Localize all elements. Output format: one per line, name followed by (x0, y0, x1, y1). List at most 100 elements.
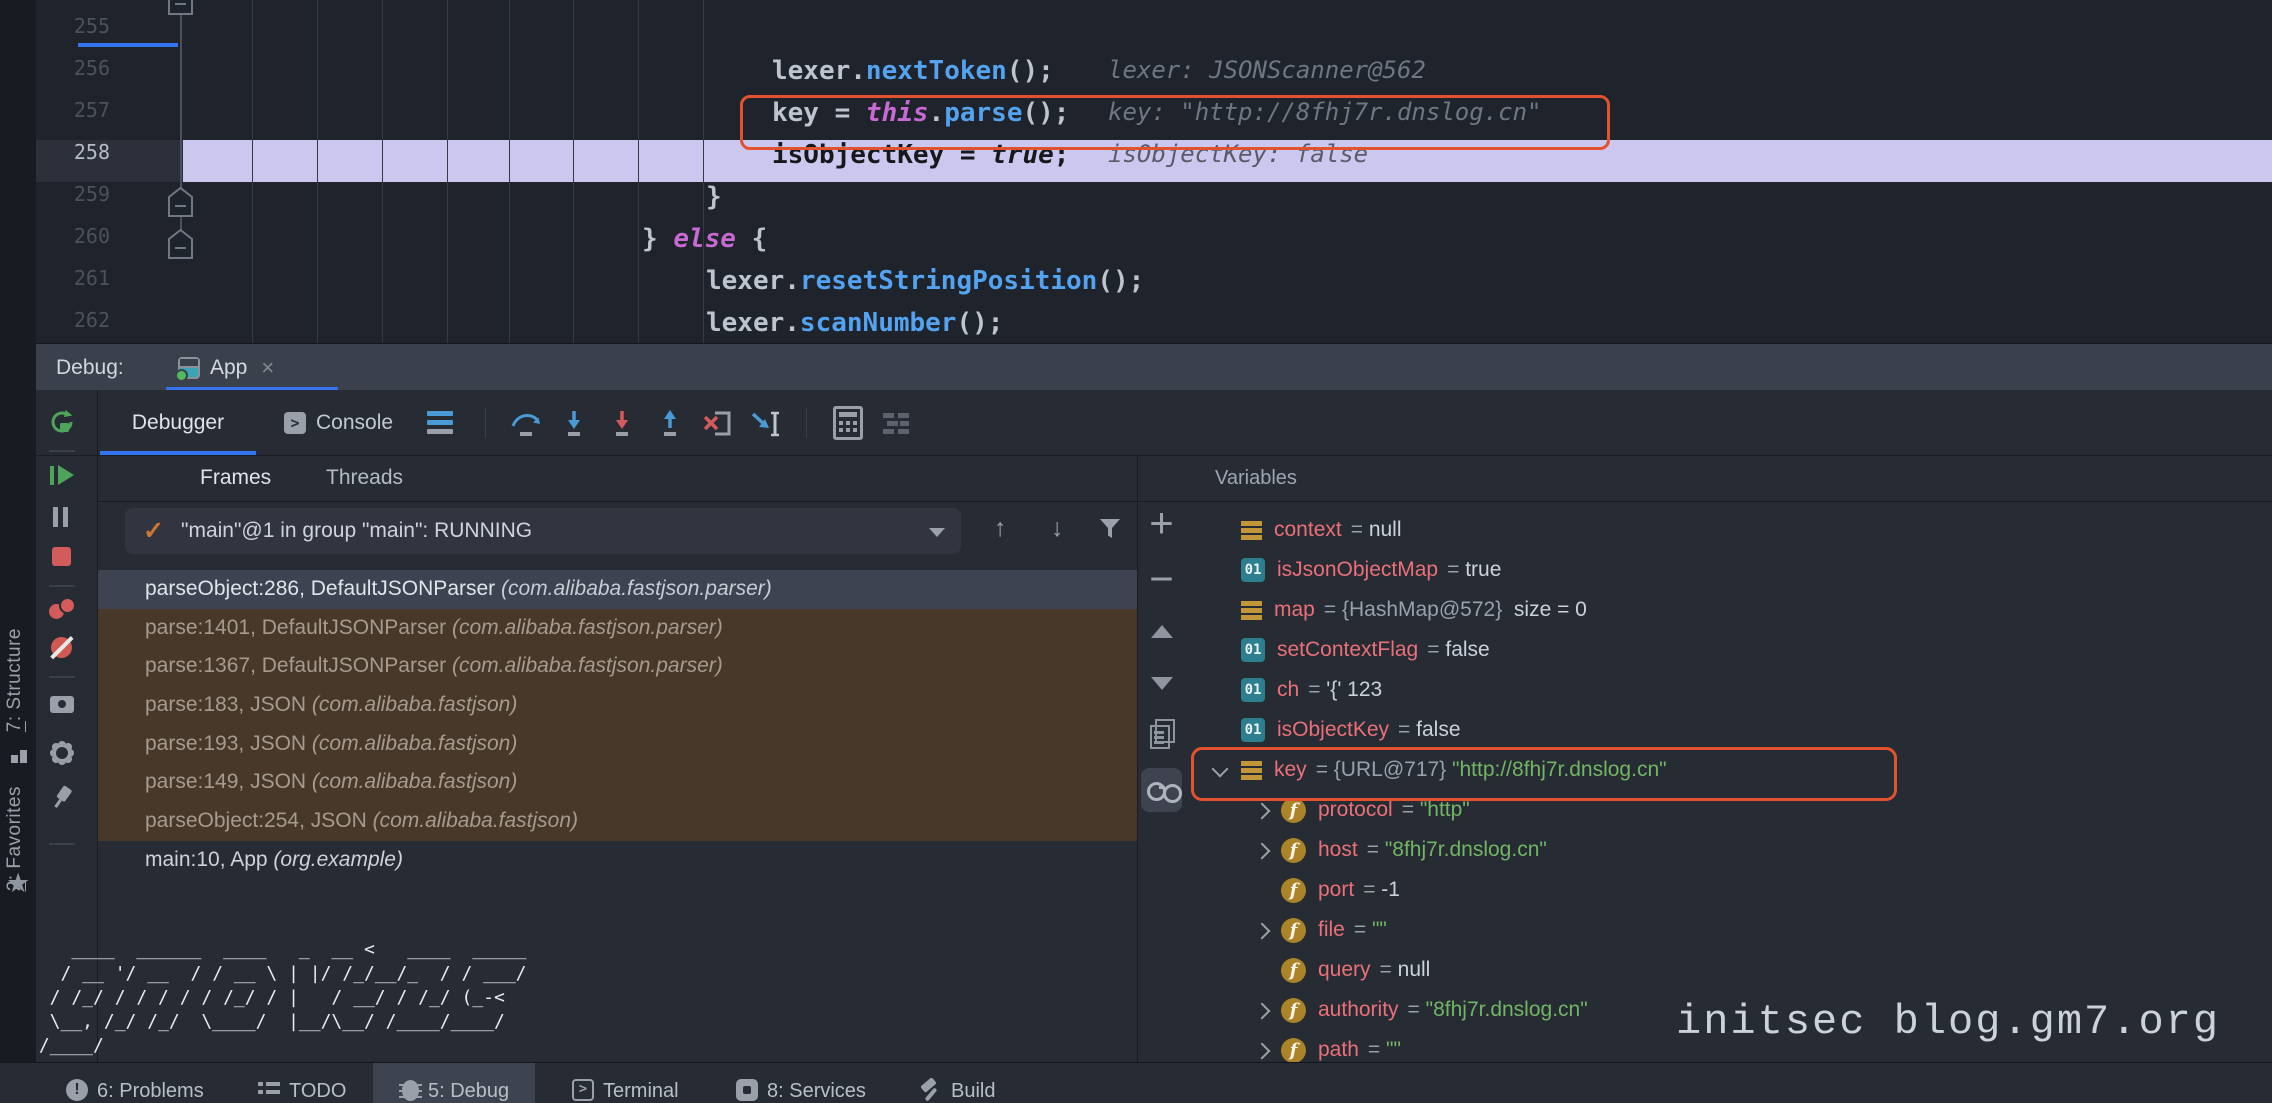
check-icon: ✓ (143, 516, 164, 546)
fold-marker-icon[interactable] (167, 228, 194, 260)
drop-frame-icon[interactable] (701, 408, 735, 438)
trace-settings-icon[interactable] (883, 411, 909, 435)
chevron-icon[interactable] (1205, 550, 1241, 590)
frame-package: (com.alibaba.fastjson.parser) (501, 577, 772, 600)
variable-name: ch (1277, 678, 1299, 702)
bottom-tool-tab[interactable]: 8: Services (710, 1063, 892, 1103)
bottom-tool-tab[interactable]: > Terminal (546, 1063, 705, 1103)
variable-type-icon: f (1281, 798, 1306, 823)
line-number: 260 (36, 224, 110, 248)
stop-icon[interactable] (48, 543, 76, 571)
thread-selector-dropdown[interactable]: ✓ "main"@1 in group "main": RUNNING (125, 508, 961, 554)
view-breakpoints-icon[interactable] (48, 596, 76, 624)
stack-frame-row[interactable]: parse:1401, DefaultJSONParser (com.aliba… (98, 609, 1137, 648)
tab-threads[interactable]: Threads (326, 455, 403, 501)
tab-console[interactable]: > Console (284, 390, 393, 455)
stack-frame-row[interactable]: parse:149, JSON (com.alibaba.fastjson) (98, 763, 1137, 802)
variable-row[interactable]: 01 isObjectKey = false (1185, 710, 2272, 750)
chevron-icon[interactable] (1205, 710, 1241, 750)
evaluate-expression-icon[interactable] (833, 406, 863, 440)
ascii-logo-watermark: ____ ______ ____ _ __ < ____ _____ / __ … (28, 938, 527, 1058)
variable-row[interactable]: 01 setContextFlag = false (1185, 630, 2272, 670)
sidebar-item-structure[interactable]: 7: Structure (4, 628, 34, 732)
pause-program-icon[interactable] (48, 503, 76, 531)
frame-location: parse:1367, DefaultJSONParser (145, 654, 452, 677)
favorites-star-icon[interactable]: ★ (6, 868, 30, 899)
step-out-icon[interactable] (653, 408, 687, 438)
close-icon[interactable]: × (261, 355, 274, 381)
variable-row[interactable]: f port = -1 (1185, 870, 2272, 910)
chevron-icon[interactable] (1205, 590, 1241, 630)
chevron-icon[interactable] (1245, 950, 1281, 990)
step-over-icon[interactable] (509, 408, 543, 438)
filter-funnel-icon[interactable] (1098, 518, 1122, 540)
structure-icon[interactable] (11, 747, 27, 763)
bottom-tool-tab[interactable]: ! 6: Problems (40, 1063, 230, 1103)
frame-up-icon[interactable]: ↑ (994, 514, 1007, 543)
chevron-icon[interactable] (1205, 510, 1241, 550)
tab-app-session[interactable]: App × (178, 344, 274, 391)
chevron-icon[interactable] (1245, 910, 1281, 950)
rerun-debugger-icon[interactable] (48, 408, 76, 436)
frame-location: parse:193, JSON (145, 732, 312, 755)
chevron-icon[interactable] (1205, 630, 1241, 670)
variable-row[interactable]: f host = "8fhj7r.dnslog.cn" (1185, 830, 2272, 870)
frame-down-icon[interactable]: ↓ (1051, 514, 1064, 543)
bottom-tool-tab[interactable]: Build (894, 1063, 1021, 1103)
show-watches-toggle[interactable] (1141, 768, 1182, 812)
tab-frames[interactable]: Frames (200, 455, 271, 501)
bottom-tool-tab[interactable]: TODO (232, 1063, 372, 1103)
add-watch-icon[interactable]: + (1138, 499, 1185, 547)
tab-debugger[interactable]: Debugger (100, 390, 256, 455)
annotation-box-code (740, 95, 1610, 150)
variable-type-icon: 01 (1241, 558, 1265, 582)
fold-marker-icon[interactable] (167, 186, 194, 218)
stack-frame-row[interactable]: parseObject:286, DefaultJSONParser (com.… (98, 570, 1137, 609)
selected-tab-underline (78, 43, 178, 47)
remove-watch-icon[interactable]: − (1138, 555, 1185, 603)
annotation-box-variable (1191, 747, 1897, 801)
stack-frame-row[interactable]: parseObject:254, JSON (com.alibaba.fastj… (98, 802, 1137, 841)
chevron-icon[interactable] (1245, 990, 1281, 1030)
stack-frame-row[interactable]: main:10, App (org.example) (98, 841, 1137, 880)
variable-name: query (1318, 958, 1371, 982)
code-line: 261 lexer.resetStringPosition(); (36, 266, 2272, 308)
move-up-icon[interactable] (1151, 625, 1173, 638)
variables-panel: Variables context = null 01 isJsonObject… (1185, 455, 2272, 1062)
variable-row[interactable]: 01 isJsonObjectMap = true (1185, 550, 2272, 590)
chevron-icon[interactable] (1205, 670, 1241, 710)
chevron-icon[interactable] (1245, 830, 1281, 870)
code-text: } (200, 0, 781, 2)
step-into-icon[interactable] (557, 408, 591, 438)
resume-program-icon[interactable] (48, 462, 76, 490)
variable-row[interactable]: map = {HashMap@572} size = 0 (1185, 590, 2272, 630)
fold-marker-icon[interactable] (167, 0, 194, 16)
run-to-cursor-icon[interactable] (749, 408, 783, 438)
debugger-toolbar: Debugger > Console (98, 390, 2272, 455)
variable-row[interactable]: f query = null (1185, 950, 2272, 990)
mute-breakpoints-icon[interactable] (48, 633, 76, 661)
divider (49, 450, 75, 452)
variable-row[interactable]: 01 ch = '{' 123 (1185, 670, 2272, 710)
variable-name: isObjectKey (1277, 718, 1389, 742)
settings-gear-icon[interactable] (48, 739, 76, 767)
duplicate-icon[interactable] (1150, 725, 1170, 749)
force-step-into-icon[interactable] (605, 408, 639, 438)
variable-row[interactable]: f file = "" (1185, 910, 2272, 950)
stack-frame-row[interactable]: parse:193, JSON (com.alibaba.fastjson) (98, 725, 1137, 764)
variable-type-icon (1241, 601, 1262, 620)
variable-type-icon: 01 (1241, 638, 1265, 662)
thread-selector-row: ✓ "main"@1 in group "main": RUNNING ↑ ↓ (98, 502, 1137, 565)
stack-frame-row[interactable]: parse:1367, DefaultJSONParser (com.aliba… (98, 647, 1137, 686)
bottom-tool-tab[interactable]: 5: Debug (373, 1063, 535, 1103)
chevron-icon[interactable] (1245, 870, 1281, 910)
move-down-icon[interactable] (1151, 677, 1173, 690)
variable-value: = true (1447, 558, 1501, 582)
stack-frame-row[interactable]: parse:183, JSON (com.alibaba.fastjson) (98, 686, 1137, 725)
variable-type-icon: f (1281, 838, 1306, 863)
code-editor[interactable]: } 255 256 lexer.nextToken(); lexer: JSON… (36, 0, 2272, 343)
layout-settings-icon[interactable] (427, 408, 461, 438)
divider (485, 408, 486, 438)
variable-row[interactable]: context = null (1185, 510, 2272, 550)
thread-dump-camera-icon[interactable] (48, 689, 76, 717)
